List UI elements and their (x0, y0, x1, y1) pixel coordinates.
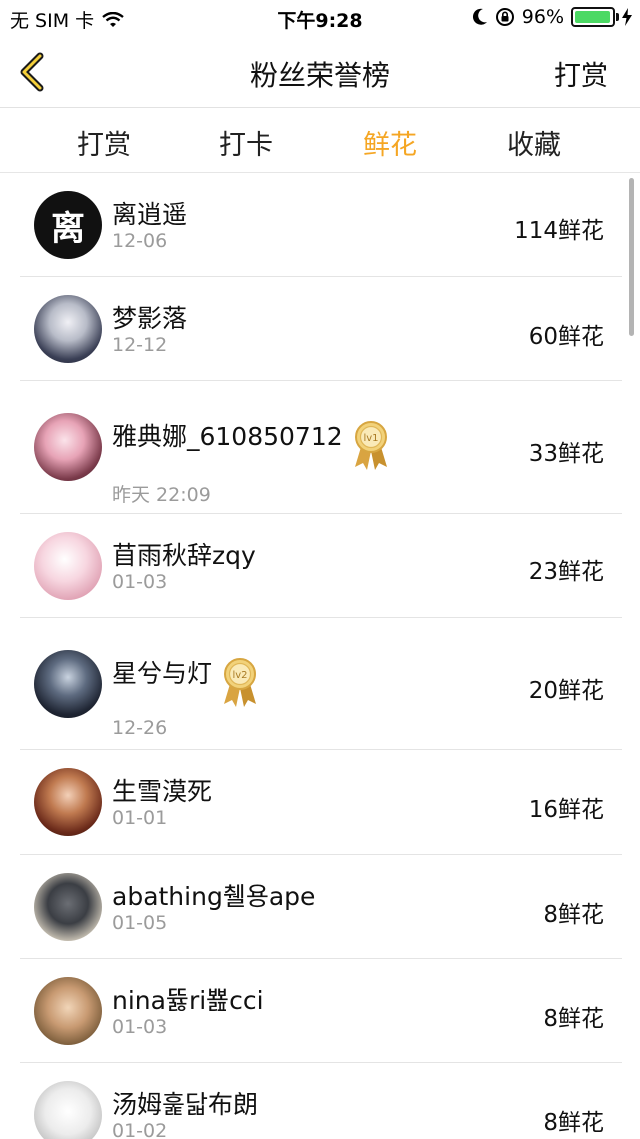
scrollbar[interactable] (629, 178, 634, 336)
fan-name: 梦影落 (112, 304, 188, 333)
flower-count: 8鲜花 (543, 902, 604, 928)
fan-name: 生雪漠死 (112, 777, 213, 806)
tab-reward[interactable]: 打赏 (54, 123, 154, 162)
tab-bar: 打赏 打卡 鲜花 收藏 (0, 109, 640, 173)
list-item[interactable]: abathing췔용ape 01-05 8鲜花 (0, 855, 640, 959)
status-right: 96% (472, 6, 632, 28)
fan-name: 星兮与灯 (112, 659, 213, 688)
flower-count: 8鲜花 (543, 1006, 604, 1032)
tab-checkin[interactable]: 打卡 (196, 123, 296, 162)
battery-percent: 96% (521, 6, 564, 28)
flower-count: 8鲜花 (543, 1110, 604, 1136)
avatar (34, 1081, 102, 1139)
battery-level (575, 11, 610, 23)
flower-count: 23鲜花 (528, 559, 604, 585)
reward-button[interactable]: 打赏 (554, 54, 608, 93)
fan-name: abathing췔용ape (112, 882, 316, 911)
fan-date: 12-26 (112, 717, 168, 739)
avatar-glyph: 离 (51, 208, 85, 249)
fan-date: 12-06 (112, 230, 168, 252)
rotation-lock-icon (495, 8, 514, 26)
page-title: 粉丝荣誉榜 (249, 59, 390, 92)
flower-count: 60鲜花 (528, 324, 604, 350)
fan-date: 昨天 22:09 (112, 484, 211, 506)
list-item[interactable]: 梦影落 12-12 60鲜花 (0, 277, 640, 381)
level-badge-label: lv2 (232, 670, 247, 681)
avatar (34, 768, 102, 836)
fan-list: 离 离逍遥 12-06 114鲜花 梦影落 12-12 60鲜花 雅典娜_610… (0, 173, 640, 1139)
fan-name: nina뜛ri뾾cci (112, 986, 264, 1015)
level-badge-icon: lv2 (224, 658, 257, 707)
avatar: 离 (34, 191, 102, 259)
avatar (34, 977, 102, 1045)
list-item[interactable]: 离 离逍遥 12-06 114鲜花 (0, 173, 640, 277)
fan-date: 01-03 (112, 1016, 168, 1038)
avatar (34, 873, 102, 941)
fan-name: 雅典娜_610850712 (112, 422, 343, 451)
flower-count: 114鲜花 (514, 218, 604, 244)
level-badge-icon: lv1 (354, 421, 387, 470)
list-item[interactable]: 汤姆훑닯布朗 01-02 8鲜花 (0, 1063, 640, 1139)
tab-favorites[interactable]: 收藏 (484, 123, 584, 162)
fan-date: 01-05 (112, 912, 168, 934)
back-button[interactable] (14, 50, 54, 94)
list-item[interactable]: 雅典娜_610850712 lv1 昨天 22:09 33鲜花 (0, 381, 640, 514)
level-badge-label: lv1 (363, 433, 378, 444)
moon-icon (472, 8, 487, 25)
tab-flowers[interactable]: 鲜花 (340, 123, 440, 162)
list-item[interactable]: 星兮与灯 lv2 12-26 20鲜花 (0, 618, 640, 750)
fan-name: 苜雨秋辞zqy (112, 541, 256, 570)
list-item[interactable]: 生雪漠死 01-01 16鲜花 (0, 750, 640, 855)
battery-cap (616, 13, 619, 21)
list-item[interactable]: 苜雨秋辞zqy 01-03 23鲜花 (0, 514, 640, 618)
nav-bar: 粉丝荣誉榜 打赏 (0, 36, 640, 108)
avatar (34, 413, 102, 481)
status-bar: 无 SIM 卡 下午9:28 96% (0, 0, 640, 36)
fan-name: 离逍遥 (112, 200, 188, 229)
flower-count: 33鲜花 (528, 441, 604, 467)
fan-date: 01-01 (112, 807, 168, 829)
avatar (34, 650, 102, 718)
flower-count: 20鲜花 (528, 678, 604, 704)
fan-name: 汤姆훑닯布朗 (112, 1090, 259, 1119)
avatar (34, 295, 102, 363)
charging-bolt-icon (622, 8, 632, 26)
fan-date: 01-03 (112, 571, 168, 593)
flower-count: 16鲜花 (528, 797, 604, 823)
chevron-left-icon (20, 52, 44, 92)
avatar (34, 532, 102, 600)
fan-date: 12-12 (112, 334, 168, 356)
list-item[interactable]: nina뜛ri뾾cci 01-03 8鲜花 (0, 959, 640, 1063)
fan-date: 01-02 (112, 1120, 168, 1139)
battery-icon (571, 7, 619, 27)
